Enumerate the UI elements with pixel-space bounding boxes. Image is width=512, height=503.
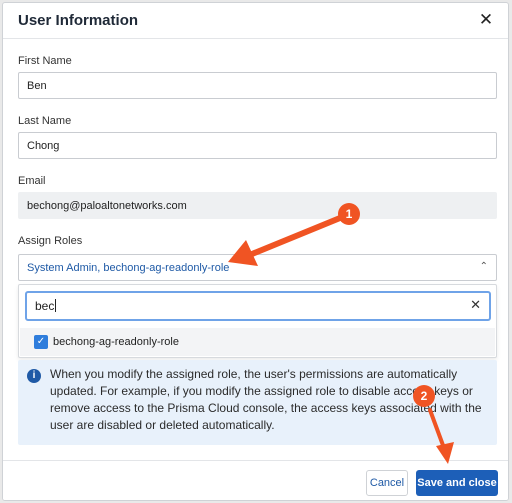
user-information-dialog: User Information ✕ First Name Ben Last N… [2,2,509,501]
cancel-button[interactable]: Cancel [366,470,408,496]
role-option[interactable]: ✓ bechong-ag-readonly-role [20,328,495,356]
assign-roles-label: Assign Roles [18,235,83,247]
last-name-field[interactable]: Chong [18,132,497,159]
last-name-label: Last Name [18,115,72,127]
dialog-title: User Information [18,12,139,29]
clear-search-icon[interactable]: ✕ [470,297,481,313]
close-icon[interactable]: ✕ [476,10,496,30]
checkbox-checked-icon[interactable]: ✓ [34,335,48,349]
first-name-field[interactable]: Ben [18,72,497,99]
annotation-badge-2: 2 [413,385,435,407]
roles-dropdown: bec ✕ ✓ bechong-ag-readonly-role [18,284,497,358]
roles-search-value: bec [35,299,55,313]
dialog-header: User Information ✕ [3,3,508,39]
first-name-label: First Name [18,55,72,67]
annotation-badge-1: 1 [338,203,360,225]
dialog-footer: Cancel Save and close [3,460,508,500]
roles-search-input[interactable]: bec ✕ [25,291,491,321]
assign-roles-select[interactable]: System Admin, bechong-ag-readonly-role ⌃ [18,254,497,281]
chevron-up-icon[interactable]: ⌃ [480,261,488,272]
save-and-close-button[interactable]: Save and close [416,470,498,496]
email-label: Email [18,175,46,187]
role-option-label: bechong-ag-readonly-role [53,336,179,348]
assign-roles-selected-value: System Admin, bechong-ag-readonly-role [27,262,230,274]
email-field: bechong@paloaltonetworks.com [18,192,497,219]
info-icon: i [27,369,41,383]
